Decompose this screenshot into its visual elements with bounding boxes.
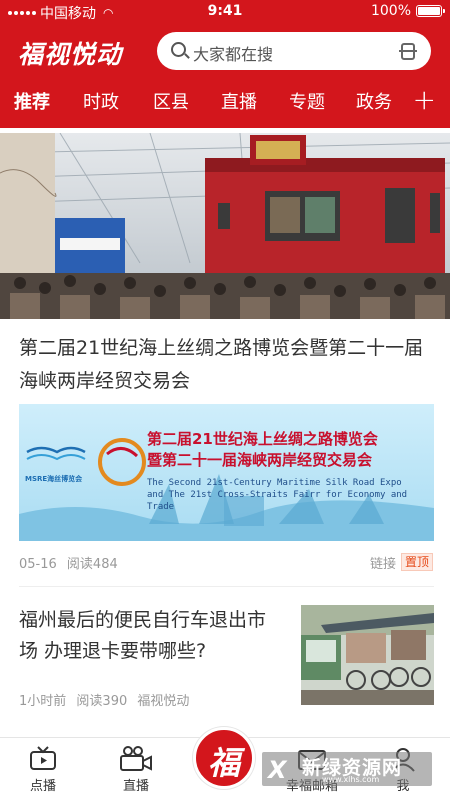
battery-icon bbox=[416, 5, 445, 17]
tab-politics[interactable]: 时政 bbox=[83, 88, 119, 114]
article-2-time: 1小时前 bbox=[19, 694, 67, 709]
watermark: X 新绿资源网 www.xlhs.com bbox=[262, 752, 432, 786]
watermark-url: www.xlhs.com bbox=[322, 775, 380, 784]
nav-live[interactable]: 直播 bbox=[96, 746, 176, 794]
article-2-reads: 阅读390 bbox=[76, 694, 128, 709]
nav-vod[interactable]: 点播 bbox=[3, 746, 83, 794]
banner-title-en-line-2: and The 21st Cross-Straits Fairr for Eco… bbox=[147, 490, 408, 512]
article-2-meta: 1小时前 阅读390 福视悦动 bbox=[19, 690, 189, 709]
banner-title-cn-line-1: 第二届21世纪海上丝绸之路博览会 bbox=[147, 430, 378, 448]
article-1-meta: 05-16 阅读484 bbox=[19, 553, 118, 572]
pinned-badge: 置顶 bbox=[401, 553, 434, 571]
bike-station-photo bbox=[301, 605, 434, 705]
banner-art bbox=[19, 438, 434, 541]
banner-title-en: The Second 21st-Century Maritime Silk Ro… bbox=[147, 477, 434, 513]
tab-live[interactable]: 直播 bbox=[221, 88, 257, 114]
article-1-reads: 阅读484 bbox=[66, 557, 118, 572]
article-1-title[interactable]: 第二届21世纪海上丝绸之路博览会暨第二十一届海峡两岸经贸交易会 bbox=[19, 332, 434, 398]
nav-vod-label: 点播 bbox=[29, 779, 56, 794]
feed-divider bbox=[19, 586, 434, 587]
hero-image[interactable] bbox=[0, 133, 450, 319]
scan-icon[interactable] bbox=[399, 43, 417, 60]
tv-icon bbox=[30, 746, 56, 770]
center-home-button[interactable]: 福 bbox=[193, 727, 255, 789]
banner-title-cn-line-2: 暨第二十一届海峡两岸经贸交易会 bbox=[147, 451, 373, 469]
search-bar[interactable]: 大家都在搜 bbox=[157, 32, 431, 70]
status-bar: 中国移动 ◠ 9:41 100% bbox=[0, 0, 450, 24]
app-logo: 福视悦动 bbox=[18, 40, 123, 69]
video-camera-icon bbox=[120, 746, 152, 771]
add-tab-icon[interactable]: + bbox=[413, 83, 436, 116]
battery-percent: 100% bbox=[370, 3, 411, 19]
expo-hall-photo bbox=[0, 133, 450, 319]
search-icon bbox=[171, 42, 186, 57]
tab-districts[interactable]: 区县 bbox=[153, 88, 189, 114]
article-2-source: 福视悦动 bbox=[137, 694, 190, 709]
banner-title-en-line-1: The Second 21st-Century Maritime Silk Ro… bbox=[147, 478, 402, 488]
brand-row: 福视悦动 大家都在搜 bbox=[0, 30, 450, 74]
article-2-title[interactable]: 福州最后的便民自行车退出市场 办理退卡要带哪些? bbox=[19, 605, 284, 667]
link-label: 链接 bbox=[370, 557, 397, 572]
article-2-thumbnail[interactable] bbox=[301, 605, 434, 705]
nav-live-label: 直播 bbox=[122, 779, 149, 794]
fu-logo-icon: 福 bbox=[207, 744, 240, 782]
tab-government[interactable]: 政务 bbox=[356, 88, 392, 114]
category-tabs: 推荐 时政 区县 直播 专题 政务 + bbox=[0, 83, 450, 118]
expo-banner[interactable]: MSRE海丝博览会 第二届21世纪海上丝绸之路博览会 暨第二十一届海峡两岸经贸交… bbox=[19, 404, 434, 541]
search-placeholder: 大家都在搜 bbox=[193, 45, 274, 64]
tab-recommend[interactable]: 推荐 bbox=[14, 88, 50, 114]
msre-logo-text: MSRE海丝博览会 bbox=[25, 475, 83, 483]
tab-special[interactable]: 专题 bbox=[289, 88, 325, 114]
banner-title-cn: 第二届21世纪海上丝绸之路博览会 暨第二十一届海峡两岸经贸交易会 bbox=[147, 429, 434, 471]
article-1-date: 05-16 bbox=[19, 557, 57, 572]
app-screen: 中国移动 ◠ 9:41 100% 福视悦动 大家都在搜 推荐 时政 区县 直播 … bbox=[0, 0, 450, 800]
watermark-logo-icon: X bbox=[268, 756, 287, 784]
battery-status: 100% bbox=[370, 3, 445, 19]
header: 中国移动 ◠ 9:41 100% 福视悦动 大家都在搜 推荐 时政 区县 直播 … bbox=[0, 0, 450, 128]
